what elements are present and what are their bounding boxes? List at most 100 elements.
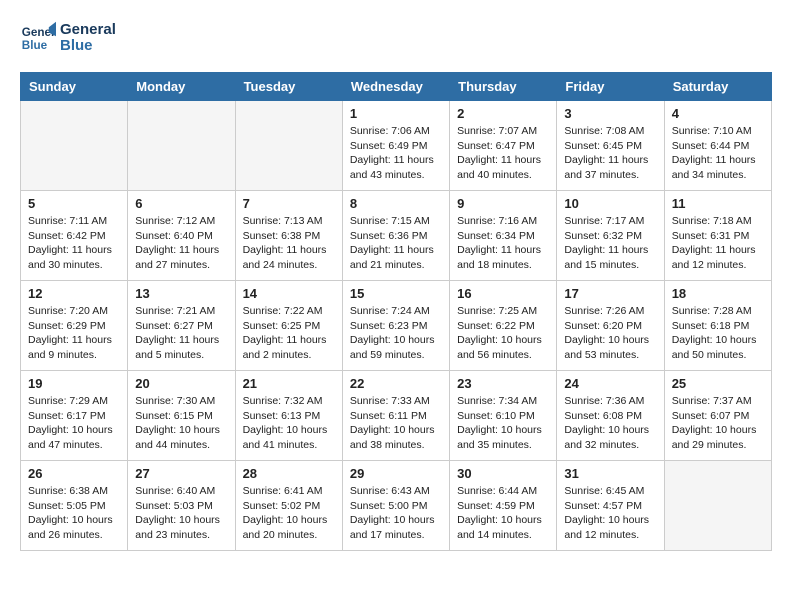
week-row-2: 5 Sunrise: 7:11 AM Sunset: 6:42 PM Daylig…	[21, 191, 772, 281]
calendar-cell: 31 Sunrise: 6:45 AM Sunset: 4:57 PM Dayli…	[557, 461, 664, 551]
column-header-tuesday: Tuesday	[235, 73, 342, 101]
week-row-4: 19 Sunrise: 7:29 AM Sunset: 6:17 PM Dayli…	[21, 371, 772, 461]
day-info: Sunrise: 6:45 AM Sunset: 4:57 PM Dayligh…	[564, 484, 656, 543]
calendar-cell: 14 Sunrise: 7:22 AM Sunset: 6:25 PM Dayli…	[235, 281, 342, 371]
calendar-cell: 29 Sunrise: 6:43 AM Sunset: 5:00 PM Dayli…	[342, 461, 449, 551]
calendar-cell: 17 Sunrise: 7:26 AM Sunset: 6:20 PM Dayli…	[557, 281, 664, 371]
day-info: Sunrise: 7:17 AM Sunset: 6:32 PM Dayligh…	[564, 214, 656, 273]
day-number: 14	[243, 286, 335, 301]
calendar-cell: 30 Sunrise: 6:44 AM Sunset: 4:59 PM Dayli…	[450, 461, 557, 551]
day-number: 30	[457, 466, 549, 481]
calendar-cell: 19 Sunrise: 7:29 AM Sunset: 6:17 PM Dayli…	[21, 371, 128, 461]
day-info: Sunrise: 7:33 AM Sunset: 6:11 PM Dayligh…	[350, 394, 442, 453]
week-row-5: 26Sunrise: 6:38 AM Sunset: 5:05 PM Dayli…	[21, 461, 772, 551]
logo-text: GeneralBlue	[60, 22, 116, 55]
column-header-sunday: Sunday	[21, 73, 128, 101]
day-number: 11	[672, 196, 764, 211]
calendar-cell: 28Sunrise: 6:41 AM Sunset: 5:02 PM Dayli…	[235, 461, 342, 551]
day-number: 13	[135, 286, 227, 301]
calendar-cell: 24 Sunrise: 7:36 AM Sunset: 6:08 PM Dayli…	[557, 371, 664, 461]
calendar-cell: 9 Sunrise: 7:16 AM Sunset: 6:34 PM Daylig…	[450, 191, 557, 281]
day-number: 15	[350, 286, 442, 301]
day-number: 31	[564, 466, 656, 481]
column-header-saturday: Saturday	[664, 73, 771, 101]
calendar-cell: 7 Sunrise: 7:13 AM Sunset: 6:38 PM Daylig…	[235, 191, 342, 281]
calendar-cell: 4Sunrise: 7:10 AM Sunset: 6:44 PM Daylig…	[664, 101, 771, 191]
day-info: Sunrise: 7:30 AM Sunset: 6:15 PM Dayligh…	[135, 394, 227, 453]
calendar-cell: 1 Sunrise: 7:06 AM Sunset: 6:49 PM Daylig…	[342, 101, 449, 191]
day-info: Sunrise: 7:11 AM Sunset: 6:42 PM Dayligh…	[28, 214, 120, 273]
calendar-cell: 15Sunrise: 7:24 AM Sunset: 6:23 PM Dayli…	[342, 281, 449, 371]
day-number: 24	[564, 376, 656, 391]
day-number: 25	[672, 376, 764, 391]
column-header-thursday: Thursday	[450, 73, 557, 101]
logo: General Blue GeneralBlue	[20, 20, 116, 56]
day-info: Sunrise: 7:22 AM Sunset: 6:25 PM Dayligh…	[243, 304, 335, 363]
day-number: 20	[135, 376, 227, 391]
day-number: 29	[350, 466, 442, 481]
day-number: 2	[457, 106, 549, 121]
week-row-1: 1 Sunrise: 7:06 AM Sunset: 6:49 PM Daylig…	[21, 101, 772, 191]
day-info: Sunrise: 7:21 AM Sunset: 6:27 PM Dayligh…	[135, 304, 227, 363]
calendar-cell: 10 Sunrise: 7:17 AM Sunset: 6:32 PM Dayli…	[557, 191, 664, 281]
calendar-cell: 5 Sunrise: 7:11 AM Sunset: 6:42 PM Daylig…	[21, 191, 128, 281]
logo-icon: General Blue	[20, 20, 56, 56]
day-info: Sunrise: 7:37 AM Sunset: 6:07 PM Dayligh…	[672, 394, 764, 453]
svg-text:Blue: Blue	[22, 39, 48, 52]
day-number: 10	[564, 196, 656, 211]
day-info: Sunrise: 7:28 AM Sunset: 6:18 PM Dayligh…	[672, 304, 764, 363]
day-number: 7	[243, 196, 335, 211]
calendar-cell	[235, 101, 342, 191]
calendar-cell: 26Sunrise: 6:38 AM Sunset: 5:05 PM Dayli…	[21, 461, 128, 551]
day-info: Sunrise: 7:16 AM Sunset: 6:34 PM Dayligh…	[457, 214, 549, 273]
day-info: Sunrise: 6:44 AM Sunset: 4:59 PM Dayligh…	[457, 484, 549, 543]
day-number: 6	[135, 196, 227, 211]
day-number: 28	[243, 466, 335, 481]
day-info: Sunrise: 7:32 AM Sunset: 6:13 PM Dayligh…	[243, 394, 335, 453]
calendar-cell: 20 Sunrise: 7:30 AM Sunset: 6:15 PM Dayli…	[128, 371, 235, 461]
day-number: 5	[28, 196, 120, 211]
day-number: 19	[28, 376, 120, 391]
day-info: Sunrise: 7:06 AM Sunset: 6:49 PM Dayligh…	[350, 124, 442, 183]
calendar-cell: 23 Sunrise: 7:34 AM Sunset: 6:10 PM Dayli…	[450, 371, 557, 461]
day-info: Sunrise: 7:36 AM Sunset: 6:08 PM Dayligh…	[564, 394, 656, 453]
day-number: 21	[243, 376, 335, 391]
calendar-cell: 22 Sunrise: 7:33 AM Sunset: 6:11 PM Dayli…	[342, 371, 449, 461]
day-info: Sunrise: 7:08 AM Sunset: 6:45 PM Dayligh…	[564, 124, 656, 183]
day-number: 17	[564, 286, 656, 301]
day-number: 9	[457, 196, 549, 211]
calendar-cell: 8Sunrise: 7:15 AM Sunset: 6:36 PM Daylig…	[342, 191, 449, 281]
day-number: 8	[350, 196, 442, 211]
day-info: Sunrise: 7:29 AM Sunset: 6:17 PM Dayligh…	[28, 394, 120, 453]
calendar-cell	[21, 101, 128, 191]
calendar-header-row: SundayMondayTuesdayWednesdayThursdayFrid…	[21, 73, 772, 101]
week-row-3: 12 Sunrise: 7:20 AM Sunset: 6:29 PM Dayli…	[21, 281, 772, 371]
calendar-cell: 21 Sunrise: 7:32 AM Sunset: 6:13 PM Dayli…	[235, 371, 342, 461]
day-number: 22	[350, 376, 442, 391]
day-number: 18	[672, 286, 764, 301]
day-number: 1	[350, 106, 442, 121]
day-info: Sunrise: 7:07 AM Sunset: 6:47 PM Dayligh…	[457, 124, 549, 183]
day-number: 12	[28, 286, 120, 301]
calendar-cell: 13 Sunrise: 7:21 AM Sunset: 6:27 PM Dayli…	[128, 281, 235, 371]
column-header-wednesday: Wednesday	[342, 73, 449, 101]
day-info: Sunrise: 6:38 AM Sunset: 5:05 PM Dayligh…	[28, 484, 120, 543]
day-info: Sunrise: 7:20 AM Sunset: 6:29 PM Dayligh…	[28, 304, 120, 363]
calendar-cell: 11 Sunrise: 7:18 AM Sunset: 6:31 PM Dayli…	[664, 191, 771, 281]
day-info: Sunrise: 7:25 AM Sunset: 6:22 PM Dayligh…	[457, 304, 549, 363]
day-number: 3	[564, 106, 656, 121]
calendar-cell: 27Sunrise: 6:40 AM Sunset: 5:03 PM Dayli…	[128, 461, 235, 551]
day-info: Sunrise: 7:18 AM Sunset: 6:31 PM Dayligh…	[672, 214, 764, 273]
calendar-cell: 18 Sunrise: 7:28 AM Sunset: 6:18 PM Dayli…	[664, 281, 771, 371]
page-header: General Blue GeneralBlue	[20, 20, 772, 56]
day-number: 16	[457, 286, 549, 301]
day-info: Sunrise: 6:43 AM Sunset: 5:00 PM Dayligh…	[350, 484, 442, 543]
calendar-cell: 12 Sunrise: 7:20 AM Sunset: 6:29 PM Dayli…	[21, 281, 128, 371]
day-number: 23	[457, 376, 549, 391]
column-header-friday: Friday	[557, 73, 664, 101]
day-info: Sunrise: 7:26 AM Sunset: 6:20 PM Dayligh…	[564, 304, 656, 363]
day-info: Sunrise: 7:13 AM Sunset: 6:38 PM Dayligh…	[243, 214, 335, 273]
calendar-cell	[664, 461, 771, 551]
day-info: Sunrise: 7:34 AM Sunset: 6:10 PM Dayligh…	[457, 394, 549, 453]
calendar-table: SundayMondayTuesdayWednesdayThursdayFrid…	[20, 72, 772, 551]
